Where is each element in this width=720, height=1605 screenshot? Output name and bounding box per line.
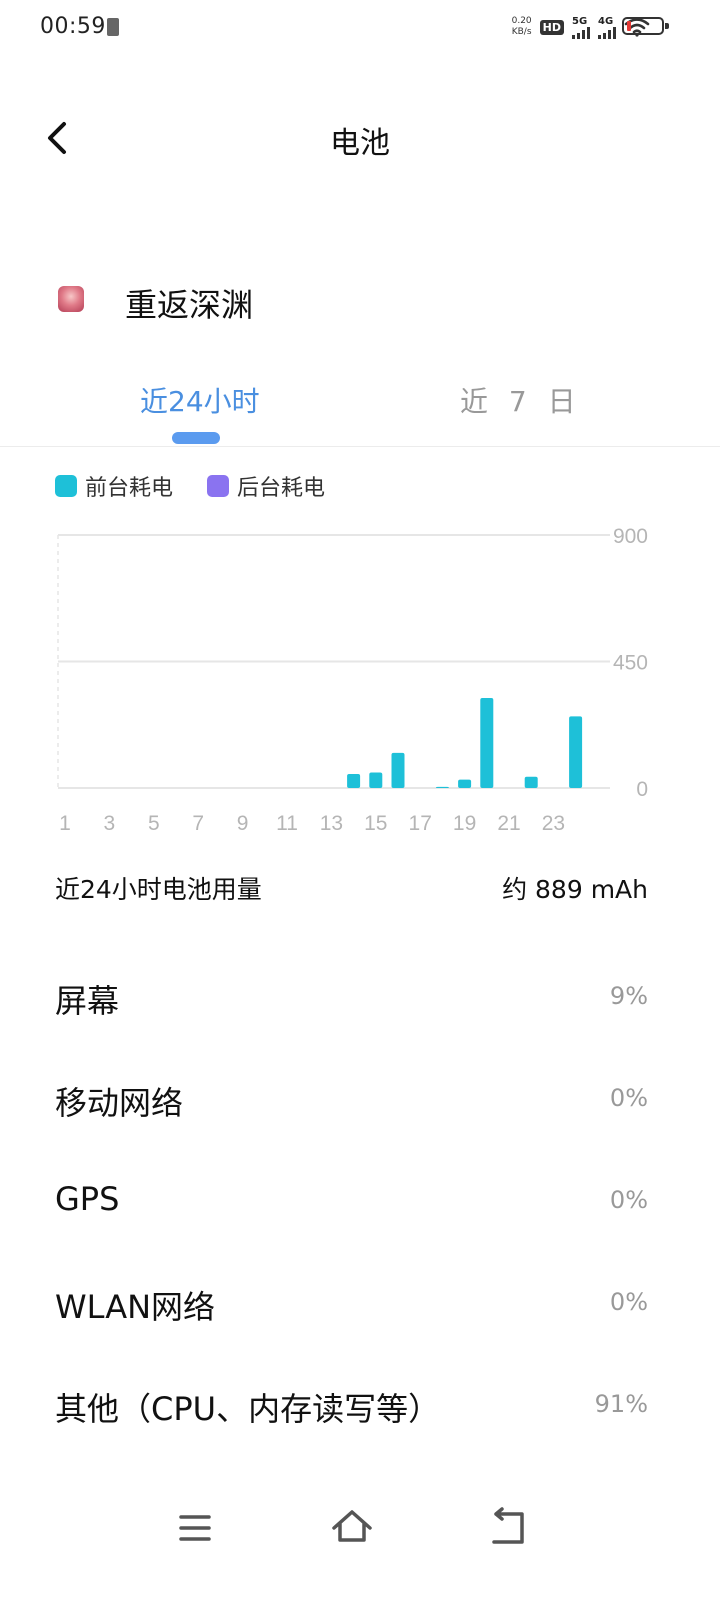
x-tick-label: 21 — [497, 812, 520, 835]
x-tick-label: 3 — [104, 812, 116, 835]
back-arrow-icon — [492, 1507, 524, 1544]
status-bar: 00:59 0.20 KB/s HD 5G 4G — [0, 0, 720, 56]
breakdown-row-gps: GPS 0% — [0, 1156, 720, 1258]
legend-background-label: 后台耗电 — [237, 476, 326, 501]
chart-bar — [391, 752, 405, 788]
x-tick-label: 23 — [542, 812, 565, 835]
usage-breakdown-list: 屏幕 9% 移动网络 0% GPS 0% WLAN网络 0% 其他（CPU、内存… — [0, 952, 720, 1462]
chart-bar — [369, 772, 383, 788]
net-speed-value: 0.20 — [511, 16, 532, 26]
signal-4g-icon: 4G — [598, 16, 616, 39]
system-nav-bar — [0, 1488, 720, 1568]
x-tick-label: 7 — [192, 812, 204, 835]
x-tick-label: 15 — [364, 812, 387, 835]
x-tick-label: 1 — [59, 812, 71, 835]
sim1-network-tag: 5G — [572, 15, 588, 27]
back-nav-button[interactable] — [478, 1500, 538, 1556]
breakdown-label: GPS — [55, 1180, 120, 1218]
breakdown-percent: 91% — [594, 1390, 648, 1418]
y-tick-label: 450 — [613, 652, 648, 675]
chart-bar — [435, 786, 449, 788]
home-icon — [332, 1510, 372, 1542]
legend-foreground-swatch — [55, 475, 77, 497]
chart-bar — [480, 698, 494, 788]
breakdown-label: 屏幕 — [55, 982, 120, 1020]
breakdown-label: WLAN网络 — [55, 1288, 216, 1326]
signal-5g-icon: 5G — [572, 16, 590, 39]
sim2-network-tag: 4G — [598, 15, 614, 27]
tab-active-indicator — [172, 432, 220, 444]
legend-background: 后台耗电 — [207, 470, 325, 502]
y-tick-label: 900 — [613, 525, 648, 548]
net-speed: 0.20 KB/s — [512, 16, 532, 38]
tab-24-hours[interactable]: 近24小时 — [140, 380, 260, 420]
chart-bar — [524, 776, 538, 788]
status-time: 00:59 — [40, 14, 106, 39]
chart-bar — [347, 773, 361, 788]
breakdown-row-wlan: WLAN网络 0% — [0, 1258, 720, 1360]
breakdown-row-other: 其他（CPU、内存读写等） 91% — [0, 1360, 720, 1462]
legend-foreground: 前台耗电 — [55, 470, 173, 502]
app-icon — [58, 286, 84, 312]
sim-card-icon — [107, 18, 119, 36]
x-tick-label: 9 — [237, 812, 249, 835]
battery-icon — [622, 17, 669, 35]
home-button[interactable] — [322, 1500, 382, 1556]
y-tick-label: 0 — [636, 778, 648, 801]
breakdown-label: 移动网络 — [55, 1084, 184, 1122]
tab-divider — [0, 446, 720, 447]
x-tick-label: 17 — [409, 812, 432, 835]
breakdown-row-mobile-network: 移动网络 0% — [0, 1054, 720, 1156]
chart-bar — [569, 716, 583, 788]
x-tick-label: 19 — [453, 812, 476, 835]
chart-legend: 前台耗电 后台耗电 — [55, 470, 325, 502]
usage-summary-label: 近24小时电池用量 — [55, 875, 262, 904]
menu-icon — [179, 1515, 211, 1541]
usage-summary-value: 约 889 mAh — [502, 875, 648, 904]
tab-7-days[interactable]: 近 7 日 — [460, 380, 582, 420]
legend-background-swatch — [207, 475, 230, 497]
legend-foreground-label: 前台耗电 — [85, 476, 174, 501]
hd-icon: HD — [539, 19, 564, 35]
app-name: 重返深渊 — [125, 286, 254, 324]
breakdown-percent: 0% — [609, 1084, 648, 1112]
page-title: 电池 — [330, 126, 390, 161]
x-tick-label: 11 — [276, 812, 298, 835]
breakdown-row-screen: 屏幕 9% — [0, 952, 720, 1054]
battery-level — [627, 21, 631, 31]
breakdown-label: 其他（CPU、内存读写等） — [55, 1390, 441, 1428]
x-tick-label: 13 — [320, 812, 343, 835]
net-speed-unit: KB/s — [511, 27, 532, 37]
chart-bar — [458, 779, 472, 788]
menu-button[interactable] — [165, 1500, 225, 1556]
breakdown-percent: 0% — [609, 1186, 648, 1214]
breakdown-percent: 0% — [609, 1288, 648, 1316]
breakdown-percent: 9% — [609, 982, 648, 1010]
x-tick-label: 5 — [148, 812, 160, 835]
battery-usage-chart: 90045001 3 5 7 9 11 13 15 17 19 21 23 — [57, 525, 648, 835]
